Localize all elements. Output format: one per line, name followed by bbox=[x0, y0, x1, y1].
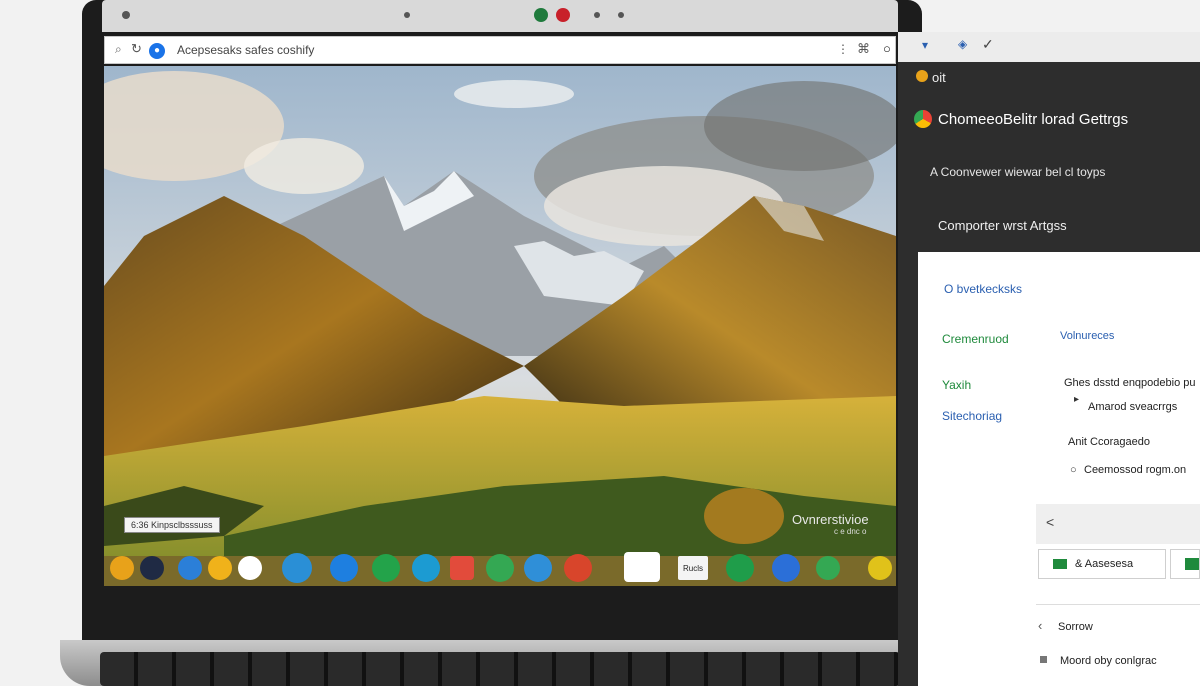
section-link[interactable]: O bvetkecksks bbox=[944, 282, 1022, 296]
wallpaper-watermark: Ovnrerstivioe bbox=[792, 512, 869, 527]
laptop-keyboard bbox=[100, 652, 900, 686]
nav-item-2[interactable]: Sitechoriag bbox=[942, 409, 1002, 423]
wave-app-icon[interactable] bbox=[282, 553, 312, 583]
detail-line-4[interactable]: Ceemossod rogm.on bbox=[1084, 464, 1186, 476]
about-link[interactable]: Moord oby conlgrac bbox=[1060, 655, 1157, 667]
store-app-icon[interactable]: Rucls bbox=[678, 556, 708, 580]
mountain-landscape-image bbox=[104, 66, 896, 586]
files-app-icon[interactable] bbox=[450, 556, 474, 580]
maps-app-icon[interactable] bbox=[816, 556, 840, 580]
divider bbox=[1036, 604, 1200, 605]
back-icon[interactable]: < bbox=[1046, 514, 1054, 530]
circle-app-icon[interactable] bbox=[140, 556, 164, 580]
address-bar[interactable]: ⌕ ↻ ● Acepsesaks safes coshify ⋮ ⌘ ○ bbox=[104, 36, 896, 64]
secondary-button[interactable] bbox=[1170, 549, 1200, 579]
chat-app-icon[interactable] bbox=[330, 554, 358, 582]
expand-icon[interactable]: ▸ bbox=[1074, 394, 1079, 405]
record-app-icon[interactable] bbox=[564, 554, 592, 582]
desktop-wallpaper bbox=[104, 66, 896, 586]
info-icon[interactable]: ⌕ bbox=[115, 42, 122, 57]
panel-edge bbox=[898, 252, 918, 686]
green-status-icon[interactable] bbox=[534, 8, 548, 22]
settings-row[interactable]: Comporter wrst Artgss bbox=[938, 218, 1067, 233]
app-shelf: Rucls bbox=[104, 548, 896, 588]
yellow-app-icon[interactable] bbox=[868, 556, 892, 580]
settings-title: ChomeeoBelitr lorad Gettrgs bbox=[938, 111, 1129, 128]
brand-name: oit bbox=[932, 70, 946, 85]
camera-dot bbox=[122, 11, 130, 19]
nav-item-0[interactable]: Cremenruod bbox=[942, 332, 1009, 346]
add-icon bbox=[1053, 559, 1067, 569]
tech-app-icon[interactable] bbox=[524, 554, 552, 582]
list-bullet-icon bbox=[1040, 656, 1047, 663]
store-app-label: Rucls bbox=[682, 563, 703, 573]
url-text[interactable]: Acepsesaks safes coshify bbox=[177, 43, 314, 57]
indicator-dot bbox=[404, 12, 410, 18]
details-header[interactable]: Volnureces bbox=[1060, 330, 1114, 342]
chrome-icon[interactable] bbox=[110, 556, 134, 580]
detail-line-1: Ghes dsstd enqpodebio pu bbox=[1064, 377, 1196, 389]
globe-icon[interactable] bbox=[178, 556, 202, 580]
filter-icon[interactable]: ▾ bbox=[922, 38, 928, 52]
settings-link[interactable]: Sorrow bbox=[1058, 621, 1093, 633]
settings-subtitle: A Coonvewer wiewar bel cl toyps bbox=[930, 165, 1106, 179]
reload-icon[interactable]: ↻ bbox=[131, 41, 142, 57]
window-title-bar bbox=[102, 0, 898, 32]
green-app-icon[interactable] bbox=[372, 554, 400, 582]
green-icon bbox=[1185, 558, 1199, 570]
wallpaper-watermark-sub: c e dnc o bbox=[834, 527, 867, 536]
back-bar[interactable]: < bbox=[1036, 504, 1200, 544]
leaf-app-icon[interactable] bbox=[726, 554, 754, 582]
profile-icon[interactable]: ○ bbox=[883, 41, 891, 56]
drive-app-icon[interactable] bbox=[412, 554, 440, 582]
add-button[interactable]: & Aasesesa bbox=[1038, 549, 1166, 579]
panel-toolbar: ▾ ◈ ✓ bbox=[898, 32, 1200, 62]
secure-site-icon[interactable]: ● bbox=[149, 43, 165, 59]
detail-line-3: Anit Ccoragaedo bbox=[1068, 436, 1150, 448]
chevron-left-icon[interactable]: ‹ bbox=[1038, 618, 1042, 633]
indicator-dot bbox=[618, 12, 624, 18]
extension-icon[interactable]: ⌘ bbox=[857, 41, 870, 57]
chrome-logo-icon bbox=[914, 110, 932, 128]
chrome-blue-icon[interactable] bbox=[772, 554, 800, 582]
brand-logo-icon bbox=[916, 70, 928, 82]
nav-item-1[interactable]: Yaxih bbox=[942, 378, 971, 392]
menu-icon[interactable]: ⋮ bbox=[837, 42, 849, 56]
linux-app-icon[interactable] bbox=[624, 552, 660, 582]
status-tray-label[interactable]: 6:36 Kinpsclbsssuss bbox=[124, 517, 220, 533]
settings-header: oit ChomeeoBelitr lorad Gettrgs A Coonve… bbox=[898, 62, 1200, 252]
photos-app-icon[interactable] bbox=[238, 556, 262, 580]
sun-app-icon[interactable] bbox=[208, 556, 232, 580]
shield-icon[interactable]: ◈ bbox=[958, 37, 967, 51]
detail-line-2[interactable]: Amarod sveacrrgs bbox=[1088, 401, 1177, 413]
indicator-dot bbox=[594, 12, 600, 18]
music-app-icon[interactable] bbox=[486, 554, 514, 582]
radio-icon[interactable]: ○ bbox=[1070, 464, 1077, 476]
check-icon[interactable]: ✓ bbox=[982, 36, 994, 53]
add-button-label: & Aasesesa bbox=[1075, 558, 1134, 570]
red-status-icon[interactable] bbox=[556, 8, 570, 22]
